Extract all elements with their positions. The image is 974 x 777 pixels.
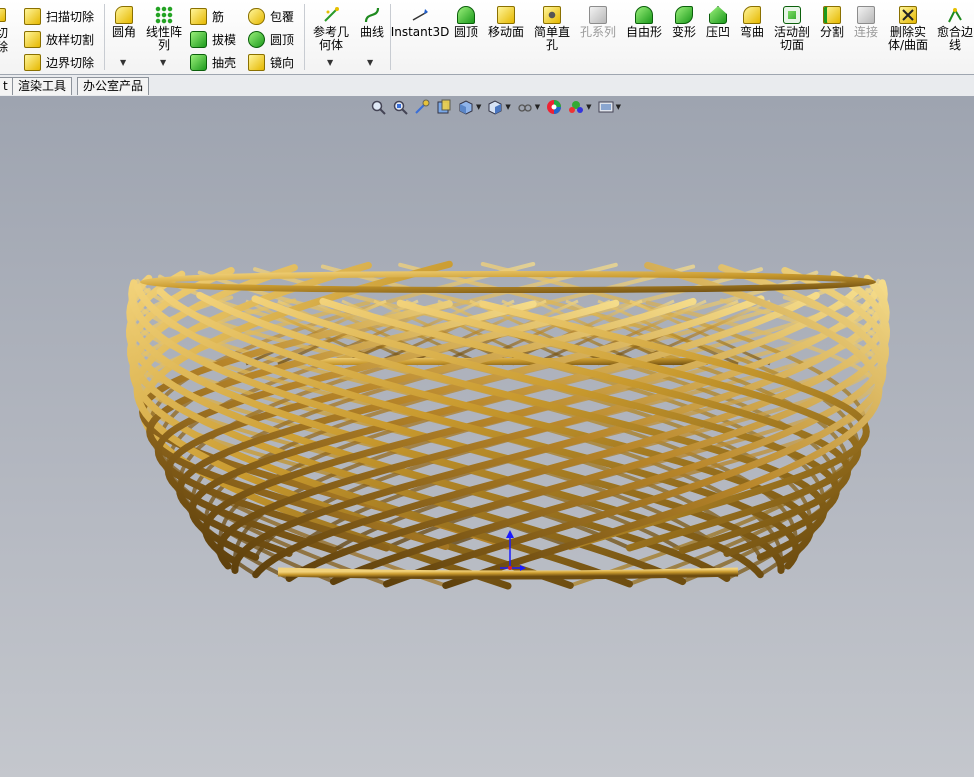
- deform-button[interactable]: 变形: [669, 6, 699, 39]
- rib-button[interactable]: 筋: [190, 6, 224, 26]
- draft-label: 拔模: [212, 32, 237, 47]
- flex-button[interactable]: 弯曲: [737, 6, 767, 39]
- flex-label: 弯曲: [739, 25, 764, 39]
- linear-pattern-label: 线性阵 列: [145, 25, 182, 52]
- rib-label: 筋: [212, 9, 225, 24]
- fillet-button[interactable]: 圆角: [110, 6, 138, 39]
- sweep-cut-button[interactable]: 扫描切除: [24, 6, 94, 26]
- wrap-button[interactable]: 包覆: [248, 6, 294, 26]
- tab-office-products[interactable]: 办公室产品: [77, 77, 150, 95]
- linear-pattern-icon: [155, 6, 173, 24]
- draft-button[interactable]: 拔模: [190, 29, 236, 49]
- shell-button[interactable]: 抽壳: [190, 52, 236, 72]
- live-section-icon: [783, 6, 801, 24]
- heal-edges-label: 愈合边 线: [936, 25, 973, 52]
- indent-label: 压凹: [705, 25, 730, 39]
- hole-series-label: 孔系列: [579, 25, 616, 39]
- curves-dropdown-icon[interactable]: ▼: [367, 58, 373, 67]
- shell-label: 抽壳: [212, 55, 237, 70]
- deform-icon: [675, 6, 693, 24]
- fillet-dropdown-icon[interactable]: ▼: [120, 58, 126, 67]
- bottom-rim: [277, 567, 739, 580]
- curves-icon: [363, 6, 381, 24]
- extruded-cut-partial-button[interactable]: 切 除: [0, 0, 18, 74]
- dome-icon: [248, 30, 265, 48]
- loft-cut-icon: [24, 30, 41, 48]
- mirror-icon: [248, 53, 265, 71]
- graphics-viewport[interactable]: ▼ ▼ ▼ ▼ ▼: [0, 96, 974, 777]
- freeform-icon: [635, 6, 653, 24]
- indent-button[interactable]: 压凹: [704, 6, 732, 39]
- dome-small-button[interactable]: 圆顶: [248, 29, 294, 49]
- dome-label: 圆顶: [453, 25, 478, 39]
- hole-series-button[interactable]: 孔系列: [578, 6, 618, 39]
- move-face-button[interactable]: 移动面: [486, 6, 526, 39]
- instant3d-label: Instant3D: [390, 25, 450, 39]
- combine-label: 连接: [853, 25, 878, 39]
- flex-icon: [743, 6, 761, 24]
- indent-icon: [709, 6, 727, 24]
- boundary-cut-icon: [24, 53, 41, 71]
- deform-label: 变形: [671, 25, 696, 39]
- move-face-label: 移动面: [487, 25, 524, 39]
- delete-body-icon: [899, 6, 917, 24]
- freeform-button[interactable]: 自由形: [624, 6, 664, 39]
- split-button[interactable]: 分割: [818, 6, 846, 39]
- ribbon-separator: [104, 4, 105, 70]
- simple-hole-icon: [543, 6, 561, 24]
- shell-icon: [190, 53, 207, 71]
- extruded-cut-icon: [0, 8, 6, 22]
- draft-icon: [190, 30, 207, 48]
- move-face-icon: [497, 6, 515, 24]
- instant3d-button[interactable]: Instant3D: [391, 6, 449, 39]
- wrap-icon: [248, 7, 265, 25]
- curves-label: 曲线: [359, 25, 384, 39]
- simple-hole-label: 简单直 孔: [533, 25, 570, 52]
- combine-button[interactable]: 连接: [852, 6, 880, 39]
- tab-partial[interactable]: t: [0, 77, 13, 95]
- command-manager-tabs: t 渲染工具 办公室产品: [0, 75, 974, 96]
- lattice-basket-model[interactable]: [0, 96, 974, 777]
- hole-series-icon: [589, 6, 607, 24]
- dome-small-label: 圆顶: [270, 32, 295, 47]
- extruded-cut-label-1: 切: [0, 26, 9, 40]
- live-section-label: 活动剖 切面: [773, 25, 810, 52]
- delete-body-button[interactable]: 删除实 体/曲面: [886, 6, 930, 52]
- simple-hole-button[interactable]: 简单直 孔: [532, 6, 572, 52]
- combine-icon: [857, 6, 875, 24]
- heal-edges-button[interactable]: 愈合边 线: [936, 6, 974, 52]
- dome-icon: [457, 6, 475, 24]
- linear-pattern-dropdown-icon[interactable]: ▼: [160, 58, 166, 67]
- delete-body-label: 删除实 体/曲面: [887, 25, 929, 52]
- fillet-label: 圆角: [111, 25, 136, 39]
- reference-geometry-icon: [322, 6, 340, 24]
- mirror-button[interactable]: 镜向: [248, 52, 294, 72]
- reference-geometry-label: 参考几 何体: [312, 25, 349, 52]
- sweep-cut-icon: [24, 7, 41, 25]
- sweep-cut-label: 扫描切除: [46, 9, 95, 24]
- boundary-cut-button[interactable]: 边界切除: [24, 52, 94, 72]
- loft-cut-button[interactable]: 放样切割: [24, 29, 94, 49]
- loft-cut-label: 放样切割: [46, 32, 95, 47]
- boundary-cut-label: 边界切除: [46, 55, 95, 70]
- reference-geometry-dropdown-icon[interactable]: ▼: [327, 58, 333, 67]
- wrap-label: 包覆: [270, 9, 295, 24]
- mirror-label: 镜向: [270, 55, 295, 70]
- curves-button[interactable]: 曲线: [358, 6, 386, 39]
- extruded-cut-label-2: 除: [0, 40, 9, 54]
- reference-geometry-button[interactable]: 参考几 何体: [310, 6, 352, 52]
- freeform-label: 自由形: [625, 25, 662, 39]
- split-label: 分割: [819, 25, 844, 39]
- dome-button[interactable]: 圆顶: [452, 6, 480, 39]
- live-section-button[interactable]: 活动剖 切面: [771, 6, 813, 52]
- heal-edges-icon: [946, 6, 964, 24]
- split-icon: [823, 6, 841, 24]
- command-manager-ribbon: 切 除 扫描切除 放样切割 边界切除 圆角 ▼ 线性阵 列 ▼ 筋 拔模 抽壳: [0, 0, 974, 75]
- instant3d-icon: [411, 6, 429, 24]
- ribbon-separator: [304, 4, 305, 70]
- linear-pattern-button[interactable]: 线性阵 列: [144, 6, 184, 52]
- tab-render-tools[interactable]: 渲染工具: [12, 77, 73, 95]
- fillet-icon: [115, 6, 133, 24]
- rib-icon: [190, 7, 207, 25]
